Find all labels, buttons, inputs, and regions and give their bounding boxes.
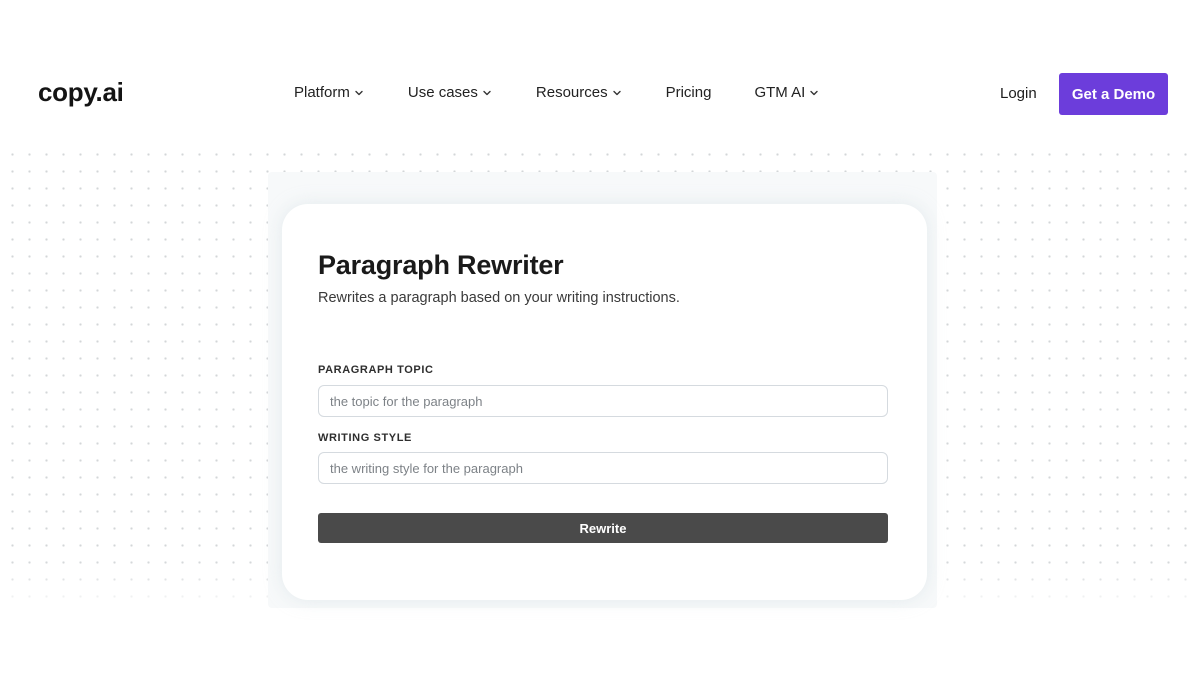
site-header: copy.ai Platform Use cases Resources Pri… <box>0 0 1200 140</box>
chevron-down-icon <box>810 90 818 95</box>
rewrite-button[interactable]: Rewrite <box>318 513 888 543</box>
chevron-down-icon <box>483 90 491 95</box>
nav-item-gtm-ai[interactable]: GTM AI <box>754 84 819 101</box>
nav-item-label: GTM AI <box>754 84 806 101</box>
nav-item-pricing[interactable]: Pricing <box>666 84 712 101</box>
nav-item-resources[interactable]: Resources <box>536 84 622 101</box>
get-a-demo-button[interactable]: Get a Demo <box>1059 73 1168 115</box>
writing-style-label: WRITING STYLE <box>318 432 412 444</box>
writing-style-input[interactable] <box>318 452 888 484</box>
nav-item-platform[interactable]: Platform <box>294 84 364 101</box>
nav-item-label: Pricing <box>665 84 712 101</box>
nav-item-label: Use cases <box>407 84 478 101</box>
nav-item-use-cases[interactable]: Use cases <box>408 84 492 101</box>
main-nav: Platform Use cases Resources Pricing GTM… <box>294 84 819 101</box>
chevron-down-icon <box>612 90 621 95</box>
copyai-logo[interactable]: copy.ai <box>38 77 124 108</box>
nav-item-label: Platform <box>294 84 350 101</box>
nav-item-label: Resources <box>535 84 608 101</box>
paragraph-topic-label: PARAGRAPH TOPIC <box>318 364 434 376</box>
tool-description: Rewrites a paragraph based on your writi… <box>318 290 680 306</box>
paragraph-topic-input[interactable] <box>318 385 888 417</box>
login-link[interactable]: Login <box>1000 85 1037 102</box>
chevron-down-icon <box>355 90 363 95</box>
tool-title: Paragraph Rewriter <box>318 250 564 280</box>
